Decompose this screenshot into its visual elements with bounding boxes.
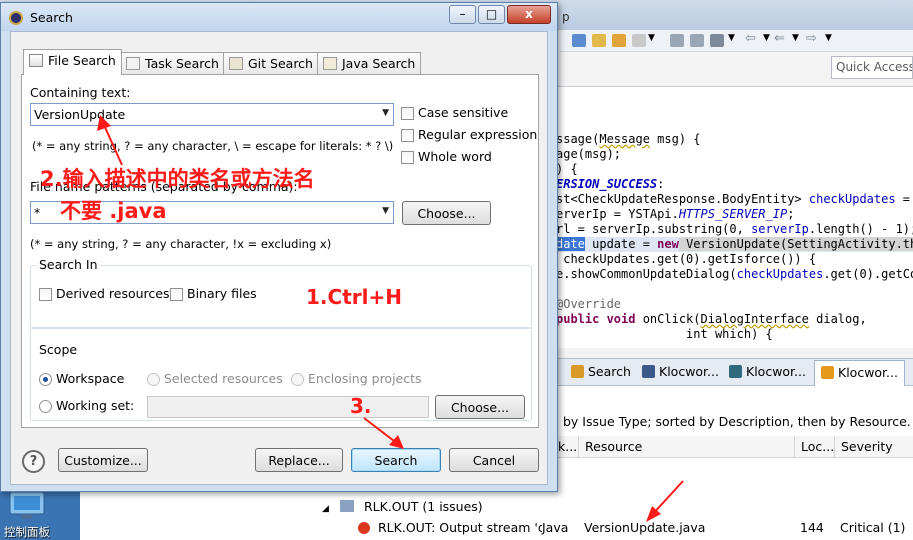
annotation-arrows xyxy=(97,115,684,522)
arrow-step2 xyxy=(103,124,123,166)
file-search-icon xyxy=(29,54,43,67)
arrow-step3 xyxy=(363,417,399,445)
tab-file-search[interactable]: File Search xyxy=(23,49,122,75)
